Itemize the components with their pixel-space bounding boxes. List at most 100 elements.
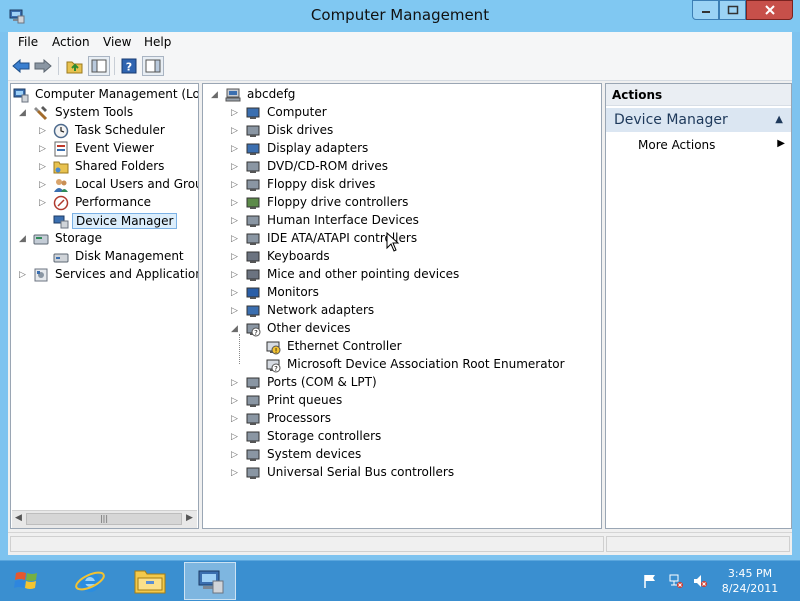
scrollbar-thumb[interactable]: ||| [26,513,182,525]
expand-arrow-icon[interactable]: ▷ [231,449,241,461]
expand-arrow-icon[interactable]: ▷ [19,269,29,281]
device-category-row[interactable]: ▷ Monitors [231,284,593,302]
tree-item-computer-management[interactable]: Computer Management (Local [13,86,198,104]
device-category-row[interactable]: ▷ Network adapters [231,302,593,320]
device-category-row[interactable]: ▷ Ports (COM & LPT) [231,374,593,392]
device-category-row[interactable]: ▷ Disk drives [231,122,593,140]
expand-arrow-icon[interactable]: ▷ [231,269,241,281]
device-manager-icon [53,215,69,229]
volume-muted-icon[interactable] [692,573,708,589]
expand-arrow-icon[interactable]: ▷ [231,431,241,443]
forward-button[interactable] [32,56,54,76]
expand-arrow-icon[interactable]: ▷ [231,161,241,173]
horizontal-scrollbar[interactable]: ◀ ||| ▶ [12,510,197,528]
tree-item-storage[interactable]: ◢ Storage [19,230,198,248]
device-category-row[interactable]: ◢? Other devices [231,320,593,338]
tree-item-disk-management[interactable]: Disk Management [39,248,198,266]
tree-item-local-users[interactable]: ▷ Local Users and Groups [39,176,198,194]
back-button[interactable] [10,56,32,76]
device-category-row[interactable]: ▷ IDE ATA/ATAPI controllers [231,230,593,248]
expand-arrow-icon[interactable]: ▷ [39,125,49,137]
device-category-row[interactable]: ▷ Storage controllers [231,428,593,446]
menu-file[interactable]: File [18,35,38,49]
tree-item-services-applications[interactable]: ▷ Services and Applications [19,266,198,284]
services-icon [34,268,48,282]
scroll-right-icon[interactable]: ▶ [186,513,193,523]
tree-item-system-tools[interactable]: ◢ System Tools [19,104,198,122]
device-category-row[interactable]: ▷ Computer [231,104,593,122]
expand-arrow-icon[interactable]: ▷ [231,287,241,299]
expand-arrow-icon[interactable]: ▷ [39,161,49,173]
help-button[interactable]: ? [118,56,140,76]
tree-item-task-scheduler[interactable]: ▷ Task Scheduler [39,122,198,140]
expand-arrow-icon[interactable]: ▷ [231,179,241,191]
device-category-row[interactable]: ▷ Processors [231,410,593,428]
device-category-row[interactable]: ▷ Display adapters [231,140,593,158]
maximize-button[interactable] [719,0,746,20]
console-tree-pane[interactable]: Computer Management (Local ◢ System Tool… [10,83,199,529]
device-category-label: Mice and other pointing devices [267,267,460,281]
expand-arrow-icon[interactable]: ▷ [231,107,241,119]
minimize-button[interactable] [692,0,719,20]
device-category-row[interactable]: ▷ System devices [231,446,593,464]
title-bar[interactable]: Computer Management [0,0,800,32]
show-hide-console-tree-button[interactable] [88,56,110,76]
expand-arrow-icon[interactable]: ▷ [231,413,241,425]
taskbar-file-explorer[interactable] [124,562,176,600]
expand-arrow-icon[interactable]: ▷ [39,143,49,155]
expand-arrow-icon[interactable]: ▷ [231,197,241,209]
action-center-flag-icon[interactable] [642,573,658,589]
collapse-arrow-icon[interactable]: ◢ [211,89,221,101]
up-one-level-button[interactable] [64,56,86,76]
expand-arrow-icon[interactable]: ▷ [231,251,241,263]
start-button[interactable] [6,565,50,597]
system-clock[interactable]: 3:45 PM 8/24/2011 [710,566,790,596]
expand-arrow-icon[interactable]: ▷ [231,395,241,407]
expand-arrow-icon[interactable]: ▷ [39,179,49,191]
device-category-row[interactable]: ▷ DVD/CD-ROM drives [231,158,593,176]
taskbar-internet-explorer[interactable] [64,562,116,600]
device-category-row[interactable]: ! Ethernet Controller [251,338,593,356]
more-actions-item[interactable]: More Actions [638,138,715,152]
tree-item-device-manager[interactable]: Device Manager [39,212,198,230]
device-category-row[interactable]: ▷ Floppy drive controllers [231,194,593,212]
scroll-left-icon[interactable]: ◀ [15,513,22,523]
device-category-row[interactable]: ▷ Print queues [231,392,593,410]
device-category-label: Floppy drive controllers [267,195,409,209]
tree-item-shared-folders[interactable]: ▷ Shared Folders [39,158,198,176]
tree-label: Performance [75,195,152,209]
device-category-row[interactable]: ? Microsoft Device Association Root Enume… [251,356,593,374]
actions-section-device-manager[interactable]: Device Manager ▲ [606,108,791,132]
tree-label: System Tools [55,105,134,119]
collapse-arrow-icon[interactable]: ◢ [19,233,29,245]
device-category-row[interactable]: ▷ Universal Serial Bus controllers [231,464,593,482]
close-button[interactable] [746,0,793,20]
tree-item-performance[interactable]: ▷ Performance [39,194,198,212]
device-category-row[interactable]: ▷ Human Interface Devices [231,212,593,230]
hid-icon [246,215,260,227]
expand-arrow-icon[interactable]: ▷ [39,197,49,209]
menu-view[interactable]: View [103,35,131,49]
expand-arrow-icon[interactable]: ▷ [231,125,241,137]
expand-arrow-icon[interactable]: ▷ [231,215,241,227]
device-root[interactable]: ◢ abcdefg [211,86,601,104]
svg-text:?: ? [274,365,278,373]
expand-arrow-icon[interactable]: ▷ [231,233,241,245]
expand-arrow-icon[interactable]: ▷ [231,467,241,479]
taskbar-computer-management[interactable] [184,562,236,600]
device-category-row[interactable]: ▷ Mice and other pointing devices [231,266,593,284]
expand-arrow-icon[interactable]: ▷ [231,377,241,389]
network-icon[interactable] [668,573,684,589]
device-category-row[interactable]: ▷ Keyboards [231,248,593,266]
menu-help[interactable]: Help [144,35,171,49]
expand-arrow-icon[interactable]: ▷ [231,143,241,155]
device-category-row[interactable]: ▷ Floppy disk drives [231,176,593,194]
collapse-up-icon[interactable]: ▲ [775,108,783,132]
menu-action[interactable]: Action [52,35,90,49]
collapse-arrow-icon[interactable]: ◢ [19,107,29,119]
expand-arrow-icon[interactable]: ▷ [231,305,241,317]
show-hide-action-pane-button[interactable] [142,56,164,76]
device-tree-pane[interactable]: ◢ abcdefg ▷ Computer ▷ Disk drives ▷ Display … [202,83,602,529]
tree-item-event-viewer[interactable]: ▷ Event Viewer [39,140,198,158]
toolbar-separator [58,57,59,75]
